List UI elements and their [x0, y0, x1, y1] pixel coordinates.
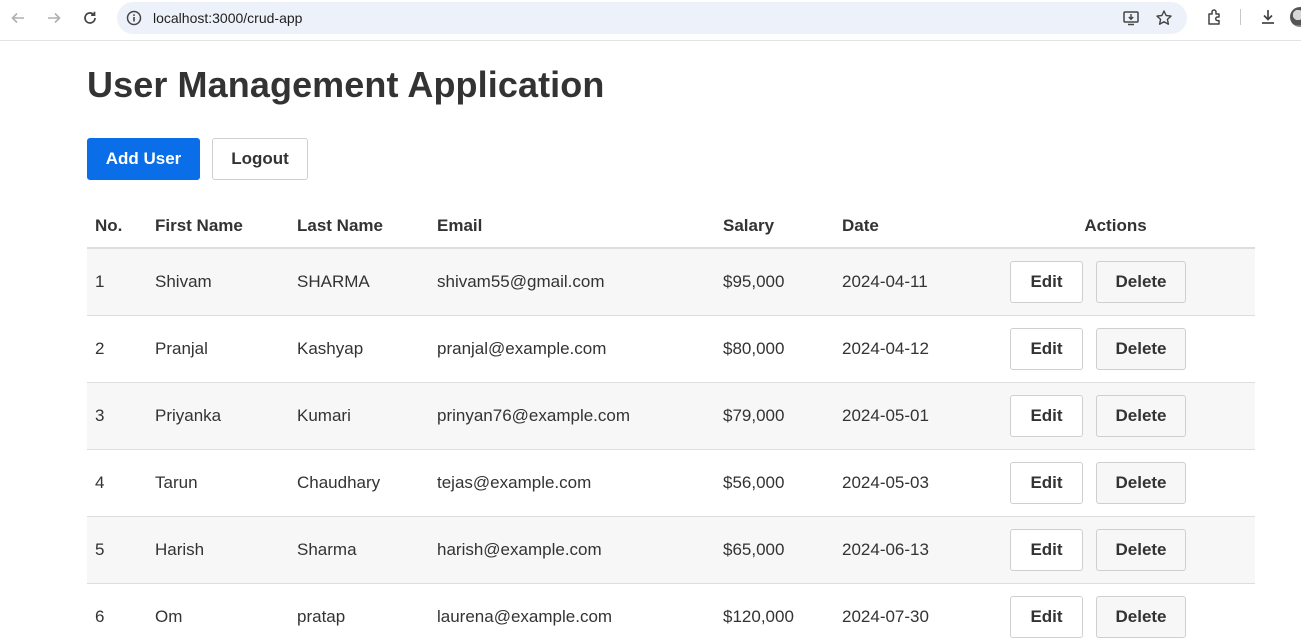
- cell-no: 3: [87, 382, 147, 450]
- cell-first-name: Harish: [147, 516, 289, 584]
- cell-email: tejas@example.com: [429, 449, 715, 517]
- cell-actions: Edit Delete: [976, 382, 1255, 450]
- cell-email: pranjal@example.com: [429, 315, 715, 383]
- install-icon[interactable]: [1122, 9, 1140, 27]
- edit-button[interactable]: Edit: [1010, 595, 1083, 638]
- profile-avatar[interactable]: [1290, 7, 1301, 27]
- reload-icon[interactable]: [78, 6, 102, 30]
- header-actions: Actions: [976, 205, 1255, 249]
- cell-actions: Edit Delete: [976, 449, 1255, 517]
- cell-last-name: Kumari: [289, 382, 429, 450]
- toolbar-separator: [1240, 9, 1241, 25]
- cell-date: 2024-04-12: [834, 315, 976, 383]
- cell-no: 1: [87, 248, 147, 316]
- cell-date: 2024-07-30: [834, 583, 976, 641]
- edit-button[interactable]: Edit: [1010, 327, 1083, 370]
- table-row: 5 Harish Sharma harish@example.com $65,000 20…: [87, 516, 1255, 584]
- header-no: No.: [87, 205, 147, 249]
- extensions-icon[interactable]: [1205, 7, 1225, 27]
- edit-button[interactable]: Edit: [1010, 528, 1083, 571]
- browser-toolbar: localhost:3000/crud-app: [0, 0, 1301, 41]
- table-row: 3 Priyanka Kumari prinyan76@example.com $79,…: [87, 382, 1255, 450]
- cell-no: 4: [87, 449, 147, 517]
- cell-first-name: Shivam: [147, 248, 289, 316]
- users-table: No. First Name Last Name Email Salary Da…: [87, 205, 1255, 641]
- cell-first-name: Om: [147, 583, 289, 641]
- url-text: localhost:3000/crud-app: [153, 10, 303, 26]
- cell-salary: $65,000: [715, 516, 834, 584]
- cell-date: 2024-05-03: [834, 449, 976, 517]
- cell-actions: Edit Delete: [976, 248, 1255, 316]
- cell-salary: $56,000: [715, 449, 834, 517]
- cell-first-name: Priyanka: [147, 382, 289, 450]
- delete-button[interactable]: Delete: [1096, 394, 1186, 437]
- bookmark-star-icon[interactable]: [1155, 9, 1173, 27]
- delete-button[interactable]: Delete: [1096, 461, 1186, 504]
- delete-button[interactable]: Delete: [1096, 327, 1186, 370]
- address-bar[interactable]: localhost:3000/crud-app: [117, 2, 1187, 34]
- cell-date: 2024-06-13: [834, 516, 976, 584]
- table-row: 2 Pranjal Kashyap pranjal@example.com $80,00…: [87, 315, 1255, 383]
- cell-last-name: Kashyap: [289, 315, 429, 383]
- cell-salary: $95,000: [715, 248, 834, 316]
- cell-no: 2: [87, 315, 147, 383]
- cell-last-name: Sharma: [289, 516, 429, 584]
- cell-last-name: pratap: [289, 583, 429, 641]
- table-row: 4 Tarun Chaudhary tejas@example.com $56,000 2…: [87, 449, 1255, 517]
- cell-no: 5: [87, 516, 147, 584]
- delete-button[interactable]: Delete: [1096, 595, 1186, 638]
- cell-actions: Edit Delete: [976, 516, 1255, 584]
- cell-no: 6: [87, 583, 147, 641]
- cell-salary: $79,000: [715, 382, 834, 450]
- cell-email: laurena@example.com: [429, 583, 715, 641]
- header-last-name: Last Name: [289, 205, 429, 249]
- cell-first-name: Tarun: [147, 449, 289, 517]
- logout-button[interactable]: Logout: [212, 138, 308, 180]
- header-email: Email: [429, 205, 715, 249]
- add-user-button[interactable]: Add User: [87, 138, 200, 180]
- table-row: 6 Om pratap laurena@example.com $120,000 2024…: [87, 583, 1255, 641]
- cell-date: 2024-05-01: [834, 382, 976, 450]
- site-info-icon[interactable]: [125, 9, 143, 27]
- edit-button[interactable]: Edit: [1010, 461, 1083, 504]
- forward-icon[interactable]: [42, 6, 66, 30]
- cell-last-name: Chaudhary: [289, 449, 429, 517]
- header-date: Date: [834, 205, 976, 249]
- cell-email: shivam55@gmail.com: [429, 248, 715, 316]
- back-icon[interactable]: [6, 6, 30, 30]
- cell-first-name: Pranjal: [147, 315, 289, 383]
- cell-last-name: SHARMA: [289, 248, 429, 316]
- cell-email: harish@example.com: [429, 516, 715, 584]
- cell-salary: $120,000: [715, 583, 834, 641]
- header-first-name: First Name: [147, 205, 289, 249]
- edit-button[interactable]: Edit: [1010, 394, 1083, 437]
- download-icon[interactable]: [1258, 7, 1278, 27]
- cell-email: prinyan76@example.com: [429, 382, 715, 450]
- cell-actions: Edit Delete: [976, 583, 1255, 641]
- header-salary: Salary: [715, 205, 834, 249]
- edit-button[interactable]: Edit: [1010, 260, 1083, 303]
- delete-button[interactable]: Delete: [1096, 528, 1186, 571]
- cell-actions: Edit Delete: [976, 315, 1255, 383]
- cell-salary: $80,000: [715, 315, 834, 383]
- delete-button[interactable]: Delete: [1096, 260, 1186, 303]
- table-row: 1 Shivam SHARMA shivam55@gmail.com $95,000 20…: [87, 248, 1255, 316]
- page-title: User Management Application: [87, 64, 605, 105]
- cell-date: 2024-04-11: [834, 248, 976, 316]
- table-header-row: No. First Name Last Name Email Salary Da…: [87, 205, 1255, 249]
